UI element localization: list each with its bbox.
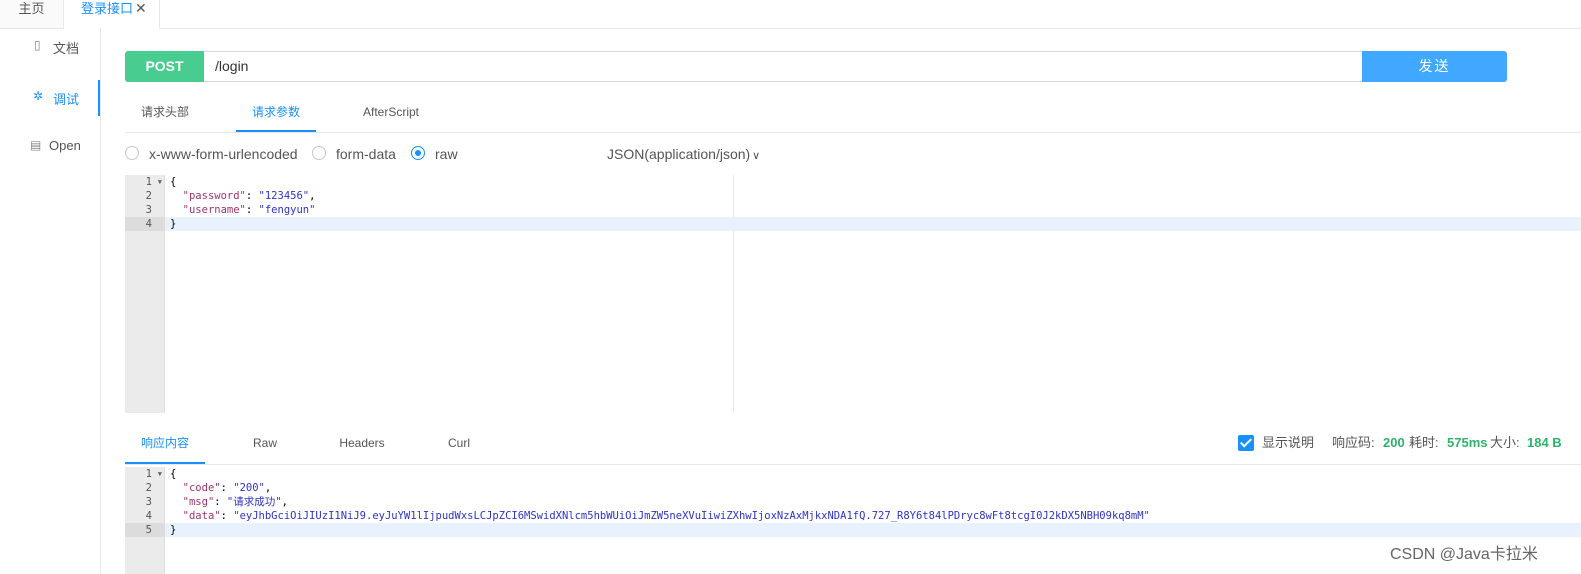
url-input[interactable]: /login [204,51,1374,82]
radio-circle [411,146,425,160]
line-number: 4 [145,510,152,522]
request-bar: POST /login 发送 [125,51,1507,82]
json-string: "123456" [258,190,310,202]
json-key: "code" [182,482,221,494]
doc-icon: ▯ [34,38,41,52]
editor-gutter: 1 ▼ 2 3 4 [125,175,165,413]
code-line: { [170,468,177,480]
close-icon[interactable]: ✕ [135,0,147,17]
radio-circle [125,146,139,160]
radio-urlencoded-label: x-www-form-urlencoded [149,146,298,162]
radio-circle [312,146,326,160]
tab-raw[interactable]: Raw [225,428,305,464]
body-type-group: x-www-form-urlencoded form-data raw JSON… [125,143,760,165]
response-code-label: 响应码: [1332,435,1375,450]
code-line: } [165,217,1581,231]
line-number: 4 [125,217,165,231]
json-key: "password" [182,190,246,202]
line-number: 5 [125,523,165,537]
file-icon: ▤ [30,138,42,152]
line-number: 1 ▼ [145,468,162,480]
send-button[interactable]: 发送 [1362,51,1507,82]
json-key: "msg" [182,496,215,508]
fold-icon: ▼ [157,470,162,478]
bug-icon: ✲ [33,89,44,103]
response-size-value: 184 B [1527,435,1562,450]
chevron-down-icon: ∨ [752,150,761,162]
json-string: "200" [233,482,265,494]
left-nav: ▯ 文档 ✲ 调试 ▤ Open [0,28,101,574]
json-string: "fengyun" [258,204,316,216]
content-type-select[interactable]: JSON(application/json) ∨ [607,143,760,167]
json-key: "data" [182,510,221,522]
line-number: 1 ▼ [145,176,162,188]
nav-item-debug[interactable]: ✲ 调试 [0,80,100,116]
content-type-value: JSON(application/json) [607,146,751,162]
radio-form-data-label: form-data [336,146,396,162]
editor-lines: { "password": "123456", "username": "fen… [165,175,1581,413]
tab-login-api[interactable]: 登录接口 ✕ [64,0,160,29]
json-string: "请求成功" [226,496,282,508]
code-line: "data": "eyJhbGciOiJIUzI1NiJ9.eyJuYW1lIj… [182,510,1150,522]
tab-response-content[interactable]: 响应内容 [125,428,205,464]
tab-request-params[interactable]: 请求参数 [236,95,316,132]
response-tabs: 响应内容 Raw Headers Curl 显示说明 响应码: 200 耗时: … [125,428,1581,465]
nav-item-doc[interactable]: ▯ 文档 [0,38,100,74]
watermark: CSDN @Java卡拉米 [1390,546,1538,563]
code-line: "username": "fengyun" [182,204,316,216]
line-number: 2 [145,482,152,494]
code-line: } [165,523,1581,537]
request-body-editor[interactable]: 1 ▼ 2 3 4 { "password": "123456", "userna… [125,175,1581,413]
code-line: { [170,176,177,188]
method-badge[interactable]: POST [125,51,204,82]
editor-lines: { "code": "200", "msg": "请求成功", "data": … [165,467,1581,574]
line-number: 2 [145,190,152,202]
editor-gutter: 1 ▼ 2 3 4 5 [125,467,165,574]
nav-item-doc-label: 文档 [53,41,80,56]
show-desc-checkbox[interactable] [1238,435,1254,451]
fold-icon: ▼ [157,178,162,186]
show-desc-label: 显示说明 [1262,435,1315,450]
line-number: 3 [145,496,152,508]
response-time-value: 575ms [1447,435,1488,450]
json-key: "username" [182,204,246,216]
response-code-value: 200 [1383,435,1405,450]
json-string: "eyJhbGciOiJIUzI1NiJ9.eyJuYW1lIjpudWxsLC… [233,510,1150,522]
nav-item-debug-label: 调试 [53,92,80,107]
nav-item-open[interactable]: ▤ Open [0,138,100,174]
tab-login-api-label: 登录接口 [81,1,134,16]
response-size-label: 大小: [1490,435,1520,450]
radio-raw-label: raw [435,146,458,162]
tab-request-headers[interactable]: 请求头部 [125,95,205,132]
code-line: "msg": "请求成功", [182,496,288,508]
response-time-label: 耗时: [1409,435,1439,450]
line-number: 3 [145,204,152,216]
tab-afterscript[interactable]: AfterScript [351,95,431,132]
code-line: "code": "200", [182,482,272,494]
nav-item-open-label: Open [49,138,81,153]
response-body-editor[interactable]: 1 ▼ 2 3 4 5 { "code": "200", "msg": "请求成功… [125,467,1581,574]
tab-headers[interactable]: Headers [322,428,402,464]
tab-home[interactable]: 主页 [0,0,64,28]
top-tab-bar: 主页 登录接口 ✕ [0,0,1581,29]
code-line: "password": "123456", [182,190,316,202]
request-sub-tabs: 请求头部 请求参数 AfterScript [125,95,1581,133]
tab-curl[interactable]: Curl [419,428,499,464]
